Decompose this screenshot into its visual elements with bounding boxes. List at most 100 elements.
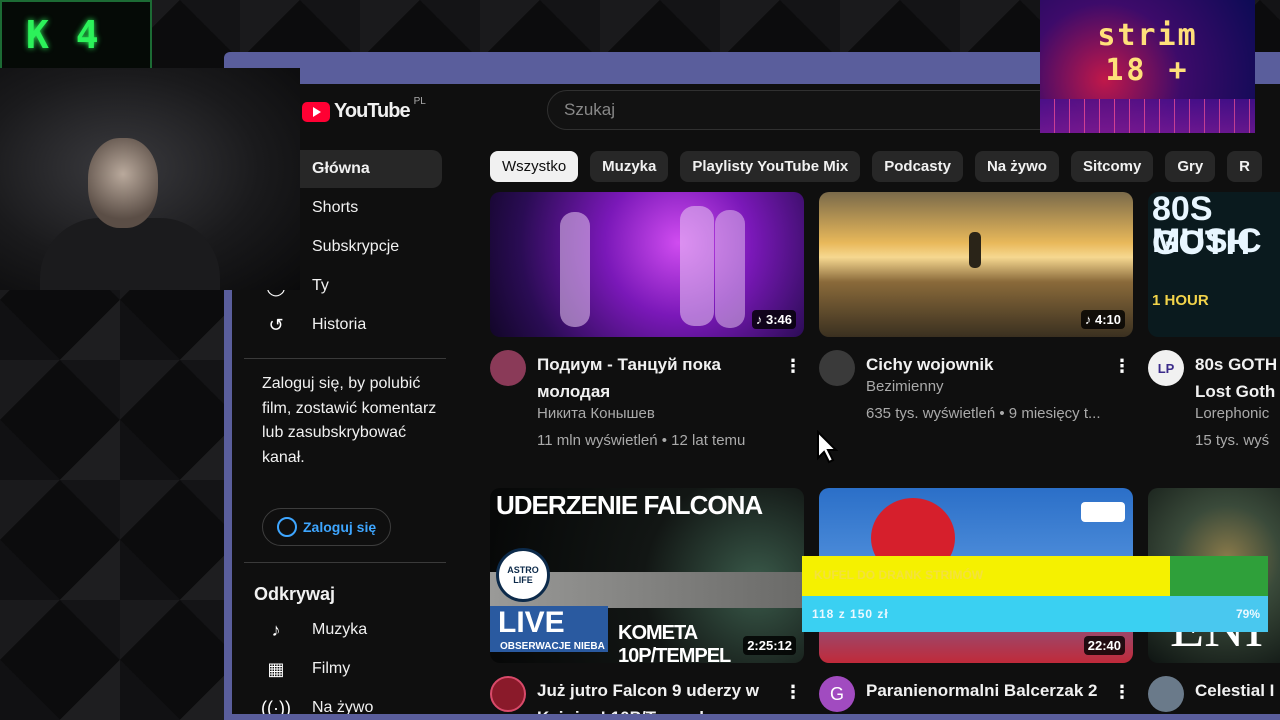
chip-games[interactable]: Gry [1165,151,1216,182]
donation-goal-accent [1170,556,1268,596]
thumb-text: MUSIC [1152,222,1262,260]
sidebar-item-label: Na żywo [312,699,374,714]
video-title[interactable]: Już jutro Falcon 9 uderzy w Księżyc! 10P… [537,677,787,714]
channel-name[interactable]: Никита Конышев [537,405,655,422]
sidebar-item-live[interactable]: ((·)) Na żywo [244,689,442,715]
video-title-line: 80s GOTH [1195,355,1278,374]
dancer-figure [715,210,745,328]
mouse-cursor-icon [817,430,839,464]
video-card[interactable]: UDERZENIE FALCONA ASTRO LIFE LIVE OBSERW… [490,488,804,714]
webcam-feed [0,68,300,290]
signin-button-label: Zaloguj się [303,519,377,535]
thumb-text: LIVE [498,606,565,639]
stream-badge-text: K 4 [26,13,101,57]
user-icon [277,517,297,537]
video-card[interactable]: ♪ 4:10 Cichy wojownik Bezimienny 635 tys… [819,192,1133,462]
video-stats: 15 tys. wyś [1195,432,1270,449]
youtube-logo[interactable]: YouTube PL [302,96,426,123]
live-icon: ((·)) [261,697,291,715]
more-options-icon[interactable]: ⋮ [784,356,802,377]
sidebar-item-label: Shorts [312,199,359,216]
video-card[interactable]: ♪ 3:46 Подиум - Танцуй пока молодая Ники… [490,192,804,462]
search-placeholder: Szukaj [564,100,616,119]
video-thumbnail[interactable]: UDERZENIE FALCONA ASTRO LIFE LIVE OBSERW… [490,488,804,663]
video-title[interactable]: Подиум - Танцуй пока молодая [537,351,787,405]
youtube-play-icon [302,101,330,122]
chip-all[interactable]: Wszystko [490,151,579,182]
signin-button[interactable]: Zaloguj się [262,508,392,546]
video-title-line: Lost Goth [1195,382,1276,401]
video-card[interactable]: 80S GOTH MUSIC 1 HOUR LP 80s GOTH Lost G… [1148,192,1280,462]
history-icon: ↺ [268,314,284,335]
donation-progress-bar: 118 z 150 zł 79% [802,596,1268,632]
strim-grid-decoration [1040,99,1255,133]
sidebar-divider [244,562,446,563]
explore-title: Odkrywaj [254,584,336,604]
thumb-badge: ASTRO LIFE [496,548,550,602]
country-code: PL [413,96,426,107]
donation-progress-percent: 79% [1235,607,1260,621]
channel-avatar[interactable]: LP [1148,350,1184,386]
youtube-wordmark: YouTube [334,100,411,122]
video-stats: 11 mln wyświetleń • 12 lat temu [537,432,746,449]
chip-sitcoms[interactable]: Sitcomy [1070,151,1154,182]
stream-badge: K 4 [0,0,152,70]
channel-avatar[interactable]: G [819,676,855,712]
chip-mix[interactable]: Playlisty YouTube Mix [680,151,861,182]
tv-logo [1081,502,1125,522]
sidebar-item-label: Ty [312,277,329,294]
sidebar-item-history[interactable]: ↺ Historia [244,306,442,344]
strim-line2: 18 + [1105,53,1190,88]
thumb-text: 1 HOUR [1152,292,1209,309]
webcam-person-body [40,218,220,290]
channel-name[interactable]: Lorephonic [1195,405,1269,422]
sidebar-item-label: Historia [312,316,367,333]
channel-name[interactable]: Bezimienny [866,378,944,395]
video-stats: 635 tys. wyświetleń • 9 miesięcy t... [866,405,1101,422]
more-options-icon[interactable]: ⋮ [1113,356,1131,377]
search-input[interactable]: Szukaj [547,90,1067,130]
dancer-figure [560,212,590,327]
video-duration: 2:25:12 [743,636,796,655]
chip-podcasts[interactable]: Podcasty [872,151,963,182]
donation-goal-overlay: KUFEL DO DRANK STRIMÓW 118 z 150 zł 79% [802,556,1280,636]
music-icon: ♪ [271,619,281,640]
video-title[interactable]: 80s GOTH Lost Goth [1195,351,1280,405]
sidebar-item-music[interactable]: ♪ Muzyka [244,611,442,649]
video-duration: ♪ 4:10 [1080,310,1125,329]
channel-avatar[interactable] [819,350,855,386]
sidebar-item-label: Filmy [312,660,351,677]
video-title[interactable]: Celestial I ENIGMA [1195,677,1280,704]
thumb-text: UDERZENIE FALCONA [496,490,763,520]
video-title[interactable]: Cichy wojownik [866,351,1116,378]
filter-chips: Wszystko Muzyka Playlisty YouTube Mix Po… [490,151,1263,182]
movies-icon: ▦ [267,658,285,679]
signin-prompt: Zaloguj się, by polubić film, zostawić k… [262,375,437,466]
dancer-figure [680,206,714,326]
strim-banner: strim 18 + [1040,0,1255,133]
channel-avatar[interactable] [1148,676,1184,712]
chip-music[interactable]: Muzyka [590,151,669,182]
video-duration: ♪ 3:46 [751,310,796,329]
sidebar-item-label: Muzyka [312,621,368,638]
sidebar-item-label: Subskrypcje [312,238,400,255]
strim-line1: strim [1097,18,1198,53]
channel-avatar[interactable] [490,676,526,712]
video-title[interactable]: Paranienormalni Balcerzak 2 ... [866,677,1116,714]
sidebar-item-movies[interactable]: ▦ Filmy [244,650,442,688]
sidebar-divider [244,358,446,359]
sidebar-item-label: Główna [312,160,370,177]
channel-avatar[interactable] [490,350,526,386]
video-thumbnail[interactable]: ♪ 3:46 [490,192,804,337]
webcam-person-head [88,138,158,228]
warrior-silhouette [969,232,981,268]
chip-live[interactable]: Na żywo [974,151,1059,182]
video-duration: 22:40 [1083,636,1125,655]
chip-more[interactable]: R [1227,151,1263,182]
thumb-text: OBSERWACJE NIEBA [500,641,605,652]
donation-progress-text: 118 z 150 zł [812,607,889,621]
video-thumbnail[interactable]: ♪ 4:10 [819,192,1133,337]
more-options-icon[interactable]: ⋮ [1113,682,1131,703]
video-thumbnail[interactable]: 80S GOTH MUSIC 1 HOUR [1148,192,1280,337]
more-options-icon[interactable]: ⋮ [784,682,802,703]
